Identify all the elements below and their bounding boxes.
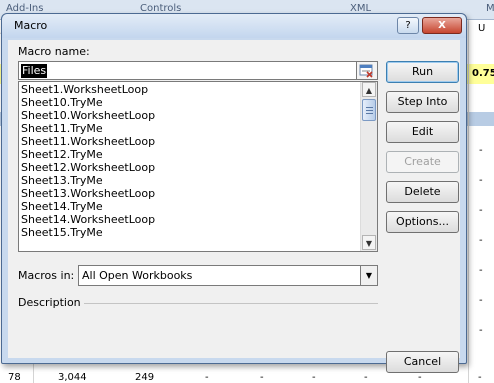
macro-name-value: Files: [21, 64, 48, 78]
macros-in-label: Macros in:: [18, 269, 75, 282]
cell-value[interactable]: -: [478, 372, 482, 383]
macro-name-input[interactable]: Files: [18, 61, 357, 80]
cell-value[interactable]: -: [479, 235, 483, 246]
options-button[interactable]: Options...: [386, 211, 459, 233]
macro-list[interactable]: Sheet1.WorksheetLoop Sheet10.TryMe Sheet…: [18, 81, 378, 252]
list-item[interactable]: Sheet13.WorksheetLoop: [21, 187, 155, 200]
column-header-u[interactable]: U: [478, 23, 485, 34]
cell-value[interactable]: 0.75: [472, 68, 494, 79]
bottom-row: 78 3,044 249 - - - - - -: [0, 372, 494, 383]
scroll-up-arrow-icon[interactable]: ▲: [362, 82, 376, 97]
list-item[interactable]: Sheet10.TryMe: [21, 96, 103, 109]
create-button[interactable]: Create: [386, 151, 459, 173]
dialog-title: Macro: [14, 19, 48, 32]
collapse-dialog-icon: [359, 64, 373, 78]
cell-value[interactable]: -: [364, 372, 368, 383]
close-button[interactable]: X: [422, 17, 462, 34]
close-icon: X: [438, 20, 446, 31]
scroll-down-arrow-icon[interactable]: ▼: [362, 235, 376, 250]
macro-dialog: Macro ? X Macro name: Files Sheet1.Works…: [1, 13, 467, 373]
dialog-titlebar[interactable]: Macro ? X: [2, 14, 466, 38]
ribbon-tab-more[interactable]: M: [486, 3, 494, 14]
scroll-grip: [366, 113, 373, 114]
edit-button[interactable]: Edit: [386, 121, 459, 143]
scroll-grip: [366, 110, 373, 111]
cell-value[interactable]: -: [205, 372, 209, 383]
macro-name-label: Macro name:: [18, 45, 90, 58]
list-item[interactable]: Sheet12.TryMe: [21, 148, 103, 161]
list-item[interactable]: Sheet1.WorksheetLoop: [21, 83, 148, 96]
dialog-body: Macro name: Files Sheet1.WorksheetLoop S…: [8, 40, 460, 373]
gridline: [468, 20, 469, 383]
description-divider: [84, 303, 378, 304]
list-item[interactable]: Sheet13.TryMe: [21, 174, 103, 187]
run-button[interactable]: Run: [386, 61, 459, 83]
cell-value[interactable]: -: [260, 372, 264, 383]
step-into-button[interactable]: Step Into: [386, 91, 459, 113]
cell-value[interactable]: -: [479, 205, 483, 216]
cell-value[interactable]: 249: [135, 372, 154, 383]
description-label: Description: [18, 296, 81, 309]
chevron-down-icon[interactable]: ▼: [360, 266, 377, 285]
list-item[interactable]: Sheet12.WorksheetLoop: [21, 161, 155, 174]
cell-value[interactable]: 78: [8, 372, 21, 383]
cell-value[interactable]: -: [479, 145, 483, 156]
macros-in-value: All Open Workbooks: [82, 269, 193, 282]
list-item[interactable]: Sheet14.WorksheetLoop: [21, 213, 155, 226]
list-item[interactable]: Sheet10.WorksheetLoop: [21, 109, 155, 122]
help-button[interactable]: ?: [397, 17, 419, 34]
list-item[interactable]: Sheet11.TryMe: [21, 122, 103, 135]
list-item[interactable]: Sheet15.TryMe: [21, 226, 103, 239]
macros-in-select[interactable]: All Open Workbooks ▼: [78, 265, 378, 286]
cell-value[interactable]: 3,044: [58, 372, 87, 383]
cell-value[interactable]: -: [479, 325, 483, 336]
cancel-button[interactable]: Cancel: [386, 351, 459, 373]
cell-value[interactable]: -: [479, 175, 483, 186]
cell-value[interactable]: -: [479, 265, 483, 276]
scroll-grip: [366, 107, 373, 108]
help-icon: ?: [405, 20, 411, 31]
cell-value[interactable]: -: [479, 295, 483, 306]
list-item[interactable]: Sheet11.WorksheetLoop: [21, 135, 155, 148]
scroll-thumb[interactable]: [362, 99, 376, 121]
list-item[interactable]: Sheet14.TryMe: [21, 200, 103, 213]
delete-button[interactable]: Delete: [386, 181, 459, 203]
cell-value[interactable]: -: [418, 372, 422, 383]
collapse-dialog-button[interactable]: [357, 61, 378, 80]
cell-value[interactable]: -: [312, 372, 316, 383]
macro-list-scrollbar[interactable]: ▲ ▼: [360, 82, 377, 251]
